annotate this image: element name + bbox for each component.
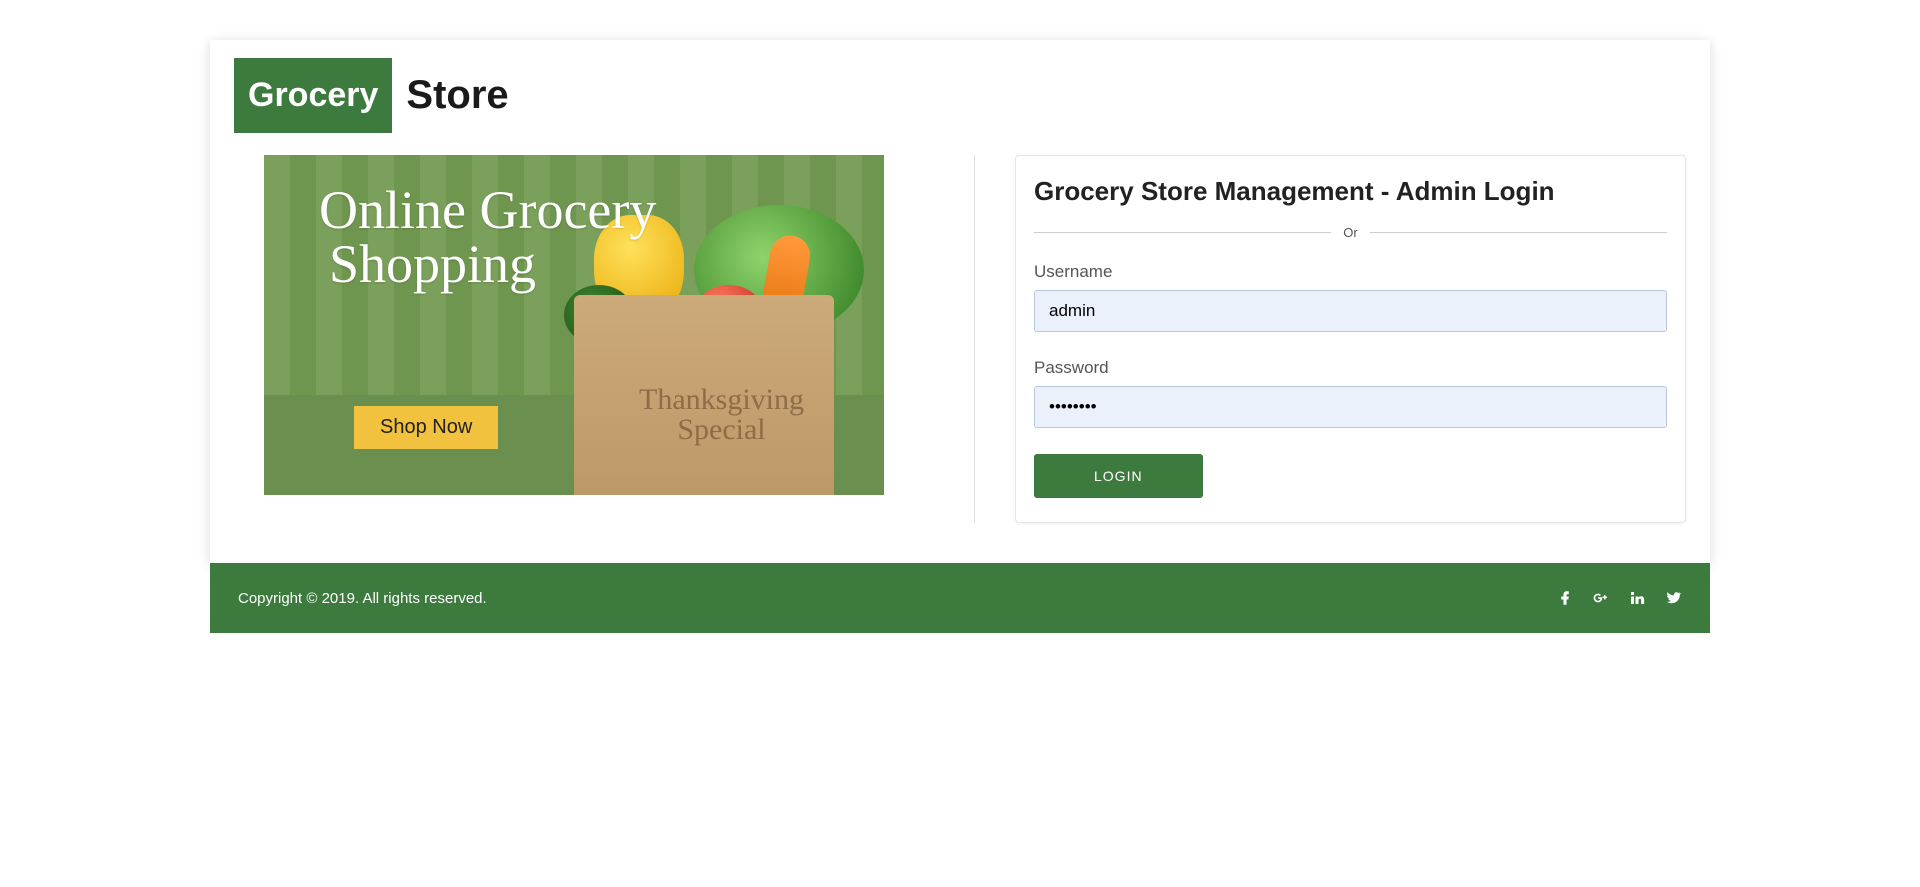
- login-button[interactable]: LOGIN: [1034, 454, 1203, 498]
- footer-copyright: Copyright © 2019. All rights reserved.: [238, 590, 487, 607]
- separator-label: Or: [1343, 225, 1357, 240]
- main-card: Grocery Store Thanksgiving Special Onlin…: [210, 40, 1710, 563]
- password-group: Password: [1034, 358, 1667, 428]
- twitter-icon[interactable]: [1664, 589, 1682, 607]
- shop-now-button[interactable]: Shop Now: [354, 406, 498, 449]
- social-icons: [1556, 589, 1682, 607]
- login-title: Grocery Store Management - Admin Login: [1034, 176, 1667, 207]
- bag-caption-line1: Thanksgiving: [639, 383, 804, 416]
- username-group: Username: [1034, 262, 1667, 332]
- username-input[interactable]: [1034, 290, 1667, 332]
- google-plus-icon[interactable]: [1592, 589, 1610, 607]
- footer: Copyright © 2019. All rights reserved.: [210, 563, 1710, 633]
- brand-badge: Grocery: [234, 58, 392, 133]
- separator-line-left: [1034, 232, 1331, 233]
- facebook-icon[interactable]: [1556, 589, 1574, 607]
- login-card: Grocery Store Management - Admin Login O…: [1015, 155, 1686, 523]
- separator-line-right: [1370, 232, 1667, 233]
- username-label: Username: [1034, 262, 1667, 282]
- password-label: Password: [1034, 358, 1667, 378]
- banner-headline-line2: Shopping: [329, 237, 656, 291]
- content-row: Thanksgiving Special Online Grocery Shop…: [234, 155, 1686, 523]
- linkedin-icon[interactable]: [1628, 589, 1646, 607]
- brand-row: Grocery Store: [234, 58, 1686, 133]
- login-column: Grocery Store Management - Admin Login O…: [1015, 155, 1686, 523]
- vertical-divider: [974, 155, 975, 523]
- password-input[interactable]: [1034, 386, 1667, 428]
- banner-headline: Online Grocery Shopping: [319, 183, 656, 291]
- brand-suffix: Store: [406, 73, 508, 118]
- bag-caption-line2: Special: [677, 413, 765, 446]
- bag-caption: Thanksgiving Special: [639, 385, 804, 445]
- banner-headline-line1: Online Grocery: [319, 183, 656, 237]
- promo-column: Thanksgiving Special Online Grocery Shop…: [234, 155, 934, 495]
- promo-banner: Thanksgiving Special Online Grocery Shop…: [264, 155, 884, 495]
- or-separator: Or: [1034, 225, 1667, 240]
